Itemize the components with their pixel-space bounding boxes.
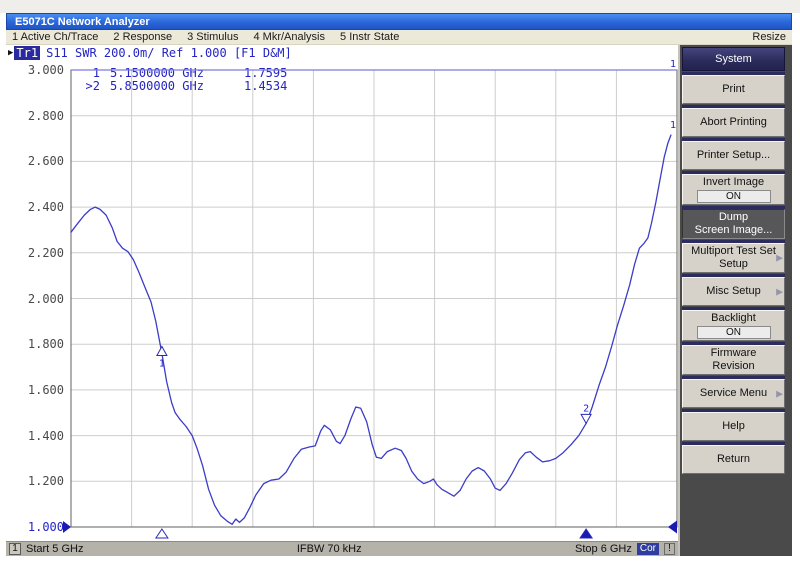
y-tick-label: 2.600 — [12, 154, 64, 168]
softkey-help[interactable]: Help — [682, 412, 785, 441]
softkey-label: Misc Setup — [706, 285, 760, 298]
softkey-label: Revision — [712, 360, 754, 373]
softkey-label: Printer Setup... — [697, 149, 770, 162]
y-tick-label: 1.800 — [12, 337, 64, 351]
window-frame-top — [0, 0, 800, 13]
trace-number-label: 1 — [670, 120, 676, 131]
y-tick-label: 2.000 — [12, 292, 64, 306]
softkey-service-menu[interactable]: Service Menu ▶ — [682, 379, 785, 408]
softkey-firmware-revision[interactable]: FirmwareRevision — [682, 345, 785, 375]
marker-1-icon[interactable] — [157, 346, 167, 355]
softkey-sidebar: System Print Abort Printing Printer Setup.… — [678, 45, 792, 556]
active-trace-pointer-icon: ▶ — [8, 48, 13, 58]
softkey-abort-printing[interactable]: Abort Printing — [682, 108, 785, 137]
analyzer-screen: E5071C Network Analyzer 1 Active Ch/Trac… — [0, 0, 800, 567]
softkey-label: Setup — [719, 258, 748, 271]
softkey-printer-setup[interactable]: Printer Setup... — [682, 141, 785, 170]
trace-tr1 — [71, 135, 671, 524]
softkey-label: Multiport Test Set — [691, 245, 776, 258]
softkey-label: Backlight — [711, 312, 756, 325]
menu-item-4-mkr-analysis[interactable]: 4 Mkr/Analysis — [253, 31, 325, 43]
y-tick-label: 2.800 — [12, 109, 64, 123]
softkey-misc-setup[interactable]: Misc Setup ▶ — [682, 277, 785, 306]
softkey-invert-image[interactable]: Invert ImageON — [682, 174, 785, 205]
softkey-label: Return — [717, 453, 750, 466]
window-title: E5071C Network Analyzer — [15, 16, 150, 28]
softkey-menu-title: System — [682, 47, 785, 71]
softkey-toggle-state: ON — [697, 190, 771, 203]
status-bar: 1 Start 5 GHz IFBW 70 kHz Stop 6 GHz Cor… — [6, 541, 678, 556]
marker-1-stimulus-icon[interactable] — [156, 529, 168, 538]
softkey-print[interactable]: Print — [682, 75, 785, 104]
softkey-multiport-test-set-setup[interactable]: Multiport Test SetSetup ▶ — [682, 243, 785, 273]
menu-item-1-active-ch-trace[interactable]: 1 Active Ch/Trace — [12, 31, 98, 43]
softkey-return[interactable]: Return — [682, 445, 785, 474]
start-frequency-label: Start 5 GHz — [26, 543, 83, 555]
trace-id-badge[interactable]: Tr1 — [14, 46, 40, 60]
y-tick-label: 2.200 — [12, 246, 64, 260]
softkey-label: Screen Image... — [695, 224, 773, 237]
menu-item-3-stimulus[interactable]: 3 Stimulus — [187, 31, 238, 43]
marker-1-label: 1 — [159, 358, 165, 369]
y-tick-label: 3.000 — [12, 63, 64, 77]
menu-item-resize[interactable]: Resize — [752, 31, 786, 43]
y-tick-label: 1.400 — [12, 429, 64, 443]
softkey-label: Dump — [719, 211, 748, 224]
correction-status-badge: Cor — [637, 543, 659, 555]
softkey-dump-screen-image[interactable]: DumpScreen Image... — [682, 209, 785, 239]
trace-number-top-label: 1 — [670, 59, 676, 70]
swr-chart: 1 1 1 2 — [59, 56, 691, 544]
softkey-label: Firmware — [711, 347, 757, 360]
submenu-arrow-icon: ▶ — [776, 387, 783, 400]
menu-item-2-response[interactable]: 2 Response — [113, 31, 172, 43]
softkey-backlight[interactable]: BacklightON — [682, 310, 785, 341]
y-tick-label: 2.400 — [12, 200, 64, 214]
softkey-label: Help — [722, 420, 745, 433]
softkey-buttons: Print Abort Printing Printer Setup... Inver… — [682, 75, 785, 474]
softkey-label: Print — [722, 83, 745, 96]
menu-item-5-instr-state[interactable]: 5 Instr State — [340, 31, 399, 43]
submenu-arrow-icon: ▶ — [776, 252, 783, 265]
y-tick-label: 1.200 — [12, 474, 64, 488]
extended-status-badge: ! — [664, 543, 675, 555]
menu-items: 1 Active Ch/Trace 2 Response 3 Stimulus 4 M… — [12, 31, 399, 43]
submenu-arrow-icon: ▶ — [776, 285, 783, 298]
menu-bar: 1 Active Ch/Trace 2 Response 3 Stimulus 4 M… — [6, 30, 792, 45]
y-tick-label: 1.600 — [12, 383, 64, 397]
sweep-position-icon — [668, 521, 677, 534]
measurement-area: ▶ Tr1 S11 SWR 200.0m/ Ref 1.000 [F1 D&M]… — [6, 45, 678, 541]
ifbw-label: IFBW 70 kHz — [297, 543, 362, 555]
marker-2-stimulus-icon[interactable] — [580, 529, 592, 538]
y-tick-label: 1.000 — [12, 520, 64, 534]
softkey-label: Abort Printing — [700, 116, 767, 129]
stop-frequency-label: Stop 6 GHz — [575, 543, 632, 555]
channel-number-badge: 1 — [9, 543, 21, 555]
softkey-label: Service Menu — [700, 387, 767, 400]
softkey-toggle-state: ON — [697, 326, 771, 339]
softkey-label: Invert Image — [703, 176, 764, 189]
marker-2-icon[interactable] — [581, 414, 591, 423]
title-bar[interactable]: E5071C Network Analyzer — [6, 13, 792, 30]
marker-2-label: 2 — [583, 403, 589, 414]
